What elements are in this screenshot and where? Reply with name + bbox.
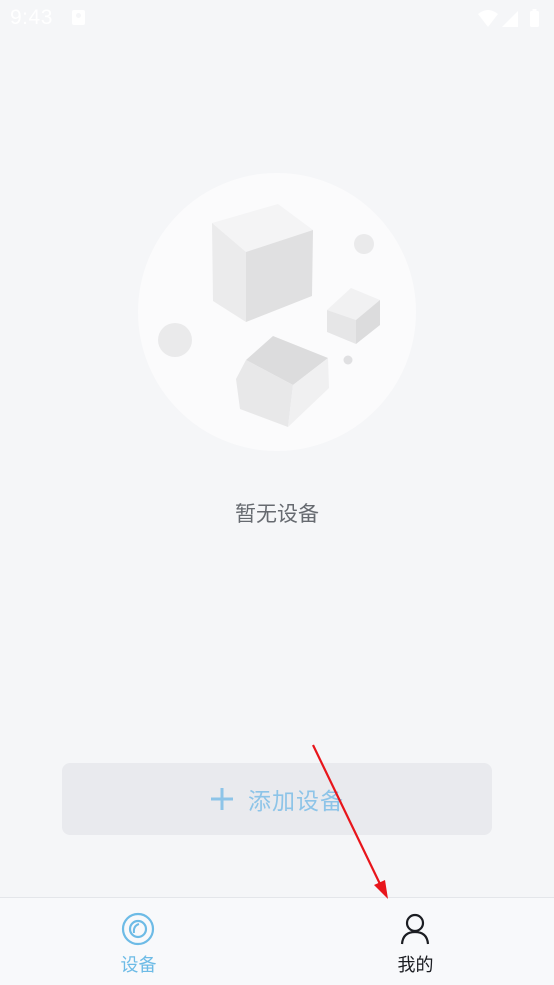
battery-icon xyxy=(530,11,539,27)
tab-mine-label: 我的 xyxy=(397,955,434,976)
bottom-tab-bar: 设备 我的 xyxy=(0,897,554,985)
empty-box-illustration xyxy=(138,173,416,451)
cellular-signal-icon xyxy=(502,11,518,27)
annotation-arrow xyxy=(312,744,388,899)
add-device-label: 添加设备 xyxy=(248,789,344,815)
status-time: 9:43 xyxy=(10,6,53,29)
wifi-icon xyxy=(478,10,498,27)
add-device-button[interactable]: 添加设备 xyxy=(62,763,492,835)
device-camera-icon xyxy=(121,912,155,946)
empty-state-message: 暂无设备 xyxy=(235,502,319,526)
tab-mine[interactable]: 我的 xyxy=(277,898,554,985)
status-bar: 9:43 xyxy=(0,0,554,38)
status-icons xyxy=(478,9,539,27)
notification-icon xyxy=(72,10,85,25)
tab-devices[interactable]: 设备 xyxy=(0,898,277,985)
tab-devices-label: 设备 xyxy=(120,955,157,976)
user-profile-icon xyxy=(400,913,430,945)
plus-icon xyxy=(211,788,233,810)
